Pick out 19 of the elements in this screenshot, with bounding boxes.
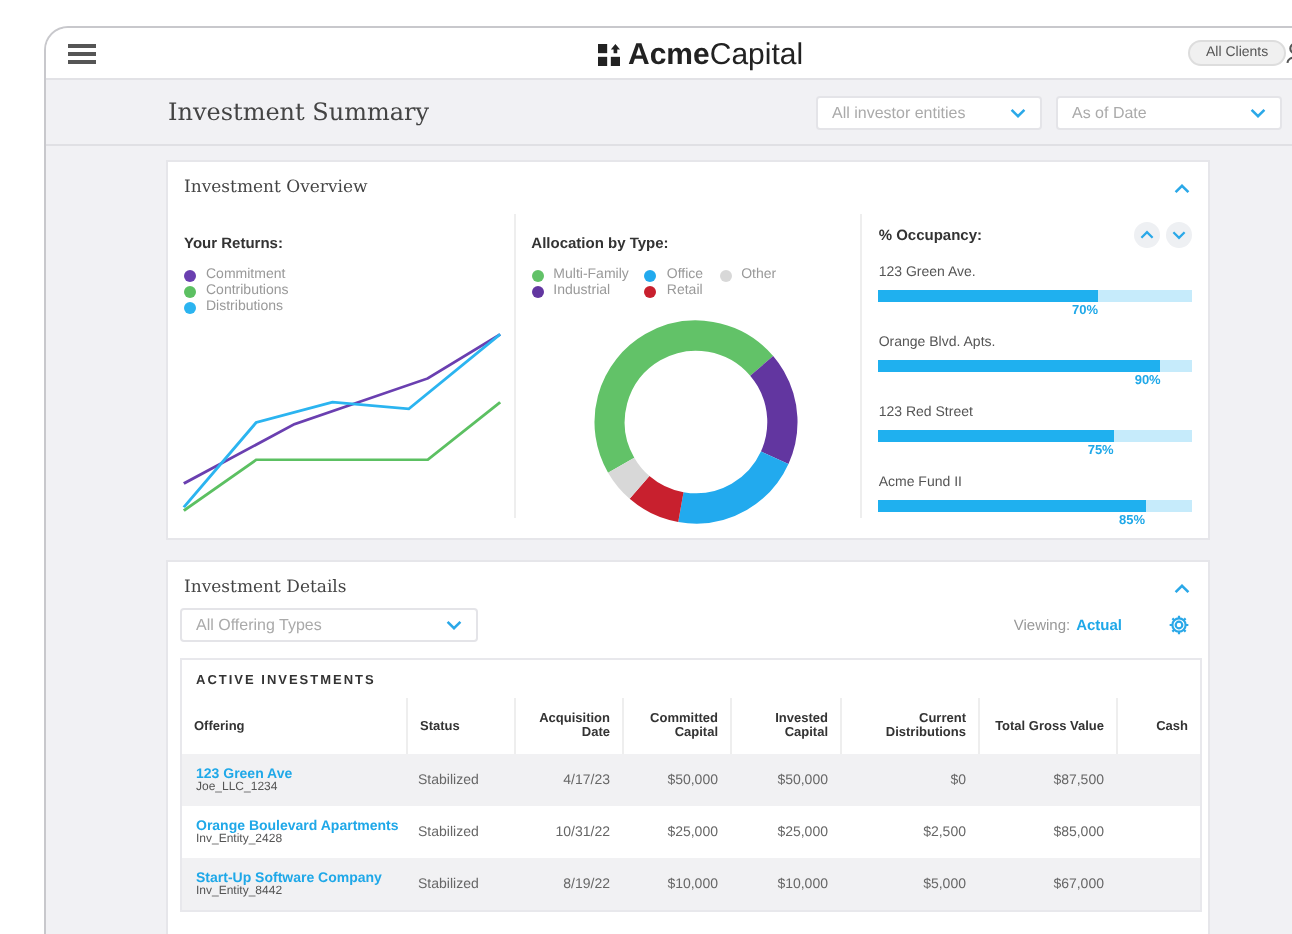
- chevron-down-icon: [1250, 107, 1266, 117]
- card-title: Investment Overview: [184, 178, 368, 198]
- offering-type-dropdown[interactable]: All Offering Types: [180, 608, 478, 642]
- menu-icon[interactable]: [68, 43, 96, 63]
- app-logo-text: AcmeCapital: [628, 38, 804, 72]
- filter-dropdown[interactable]: As of Date: [1056, 95, 1282, 129]
- chevron-up-icon: [1140, 230, 1155, 240]
- collapse-icon[interactable]: [1174, 583, 1190, 593]
- scroll-up-button[interactable]: [1134, 222, 1161, 248]
- filter-dropdown[interactable]: All investor entities: [816, 95, 1042, 129]
- scroll-down-button[interactable]: [1166, 222, 1193, 248]
- logo-icon: [598, 44, 620, 66]
- page-title: Investment Summary: [168, 98, 430, 126]
- chevron-down-icon: [1010, 107, 1026, 117]
- collapse-icon[interactable]: [1174, 183, 1190, 193]
- settings-icon[interactable]: [1168, 614, 1190, 636]
- chevron-down-icon: [446, 620, 462, 630]
- chevron-down-icon: [1172, 230, 1187, 240]
- card-title: Investment Details: [184, 578, 347, 598]
